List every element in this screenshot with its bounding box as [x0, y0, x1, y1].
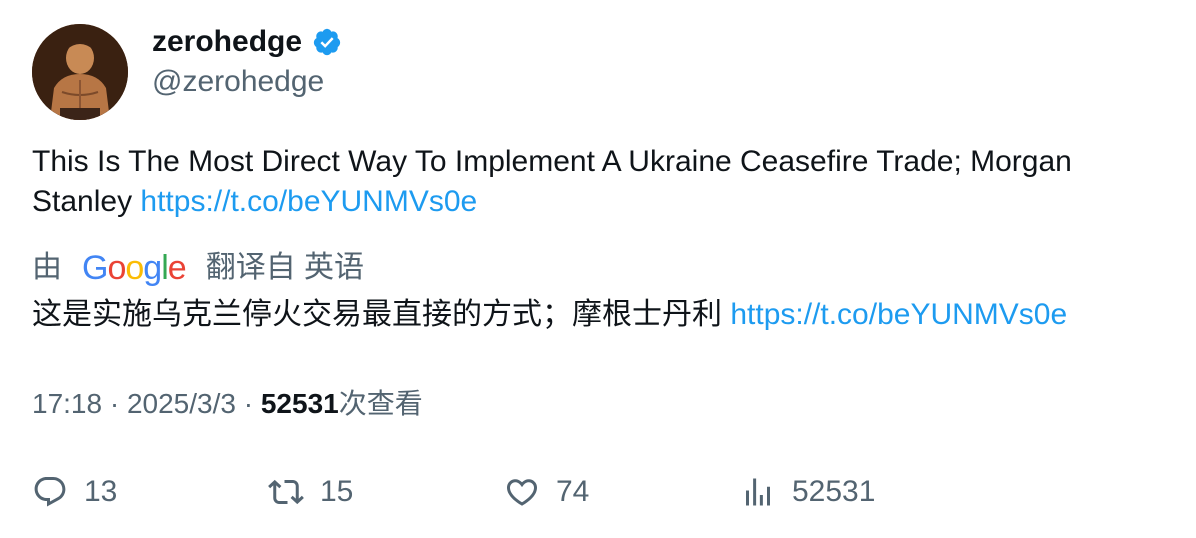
tweet-date[interactable]: 2025/3/3	[127, 388, 236, 419]
tweet-meta: 17:18 · 2025/3/3 · 52531次查看	[32, 384, 423, 424]
tweet-link[interactable]: https://t.co/beYUNMVs0e	[140, 185, 477, 218]
tweet-time[interactable]: 17:18	[32, 388, 102, 419]
views-label: 次查看	[338, 388, 423, 419]
translation-attribution: 由 Google 翻译自 英语	[32, 246, 364, 290]
translation-suffix: 翻译自 英语	[205, 251, 365, 284]
translated-text-body: 这是实施乌克兰停火交易最直接的方式；摩根士丹利	[32, 298, 731, 331]
reply-count: 13	[84, 475, 118, 508]
reply-icon	[34, 477, 66, 507]
reply-button[interactable]: 13	[32, 470, 117, 514]
views-icon	[746, 478, 770, 506]
avatar[interactable]	[32, 24, 128, 120]
author-display-name-row[interactable]: zerohedge	[152, 22, 342, 62]
tweet-text: This Is The Most Direct Way To Implement…	[32, 142, 1162, 222]
author-display-name[interactable]: zerohedge	[152, 22, 302, 62]
verified-badge-icon[interactable]	[312, 27, 342, 57]
views-action-count: 52531	[792, 475, 876, 508]
google-logo[interactable]: Google	[82, 246, 187, 290]
views-button[interactable]: 52531	[740, 470, 875, 514]
retweet-button[interactable]: 15	[268, 470, 353, 514]
like-count: 74	[556, 475, 590, 508]
meta-separator: ·	[235, 388, 261, 419]
translation-prefix: 由	[32, 251, 62, 284]
meta-separator: ·	[102, 388, 127, 419]
author-handle[interactable]: @zerohedge	[152, 62, 324, 102]
translated-text: 这是实施乌克兰停火交易最直接的方式；摩根士丹利 https://t.co/beY…	[32, 294, 1067, 336]
views-count: 52531	[260, 388, 339, 419]
like-icon	[506, 479, 538, 506]
retweet-count: 15	[320, 475, 354, 508]
action-bar: 13 15 74 52531	[32, 470, 1162, 514]
retweet-icon	[268, 479, 304, 505]
like-button[interactable]: 74	[504, 470, 589, 514]
translated-link[interactable]: https://t.co/beYUNMVs0e	[730, 298, 1067, 331]
avatar-image	[32, 24, 128, 120]
